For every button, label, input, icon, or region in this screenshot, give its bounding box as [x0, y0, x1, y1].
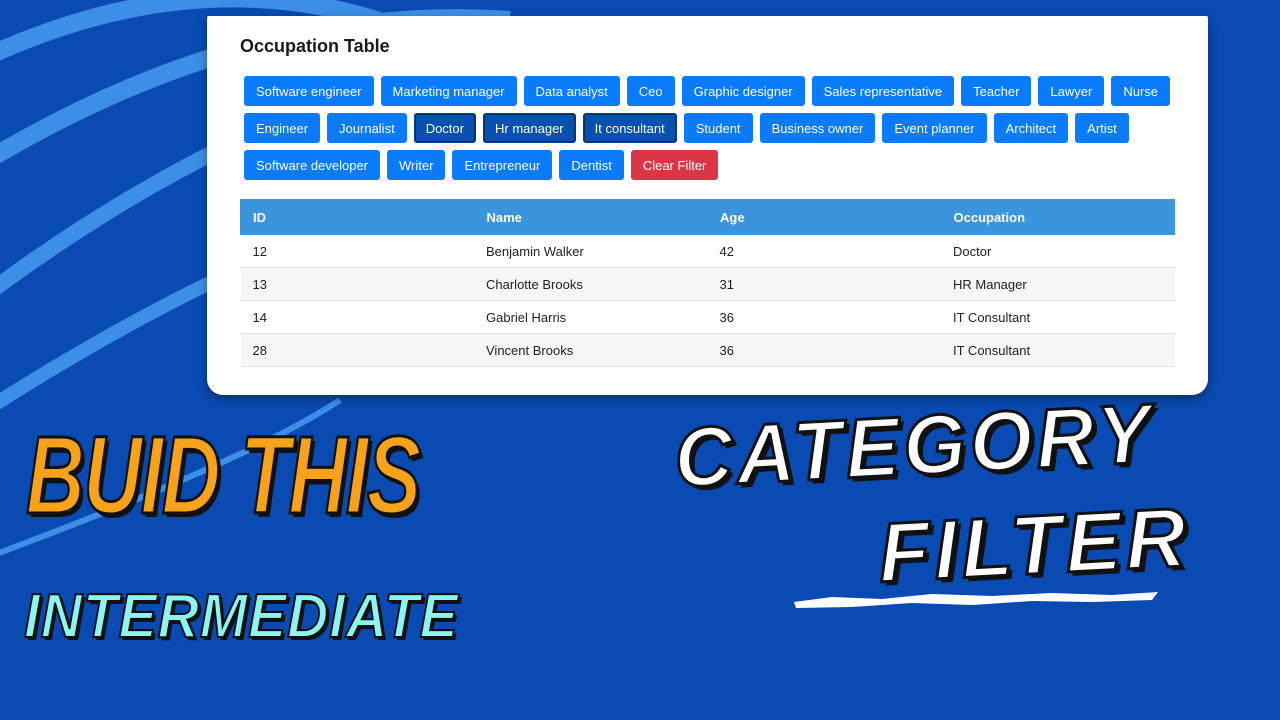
filter-button-data-analyst[interactable]: Data analyst — [523, 76, 620, 106]
filter-row: Software developer Writer Entrepreneur D… — [244, 150, 719, 180]
occupation-card: Occupation Table Software engineer Marke… — [207, 16, 1208, 395]
cell-name: Gabriel Harris — [474, 300, 708, 334]
cell-id: 28 — [240, 333, 474, 367]
filter-button-hr-manager[interactable]: Hr manager — [482, 113, 576, 143]
table-row: 12 Benjamin Walker 42 Doctor — [240, 234, 1175, 268]
table-row: 13 Charlotte Brooks 31 HR Manager — [240, 267, 1175, 301]
cell-age: 36 — [707, 333, 941, 367]
page-title: Occupation Table — [240, 36, 390, 56]
cell-id: 13 — [240, 267, 474, 301]
brush-stroke-underline — [794, 592, 1158, 608]
filter-button-marketing-manager[interactable]: Marketing manager — [380, 76, 517, 106]
cell-id: 14 — [240, 300, 474, 334]
table-row: 28 Vincent Brooks 36 IT Consultant — [240, 333, 1175, 367]
column-header-name[interactable]: Name — [473, 199, 708, 235]
filter-button-student[interactable]: Student — [683, 113, 753, 143]
filter-button-event-planner[interactable]: Event planner — [882, 113, 987, 143]
column-header-occupation[interactable]: Occupation — [940, 199, 1175, 235]
filter-button-teacher[interactable]: Teacher — [961, 76, 1032, 106]
filter-button-business-owner[interactable]: Business owner — [759, 113, 876, 143]
filter-row: Engineer Journalist Doctor Hr manager It… — [244, 113, 1129, 143]
cell-occupation: IT Consultant — [941, 333, 1175, 367]
cell-occupation: HR Manager — [941, 267, 1175, 301]
filter-button-engineer[interactable]: Engineer — [244, 113, 321, 143]
filter-button-sales-representative[interactable]: Sales representative — [811, 76, 955, 106]
filter-button-software-engineer[interactable]: Software engineer — [244, 76, 374, 106]
filter-button-architect[interactable]: Architect — [993, 113, 1069, 143]
cell-age: 42 — [707, 234, 941, 268]
filter-button-entrepreneur[interactable]: Entrepreneur — [452, 150, 553, 180]
column-header-age[interactable]: Age — [707, 199, 942, 235]
cell-age: 36 — [707, 300, 941, 334]
cell-name: Charlotte Brooks — [474, 267, 708, 301]
filter-button-dentist[interactable]: Dentist — [559, 150, 624, 180]
filter-button-doctor[interactable]: Doctor — [413, 113, 476, 143]
filter-button-software-developer[interactable]: Software developer — [244, 150, 381, 180]
filter-button-artist[interactable]: Artist — [1075, 113, 1129, 143]
clear-filter-button[interactable]: Clear Filter — [630, 150, 719, 180]
headline-intermediate: INTERMEDIATE — [23, 581, 459, 652]
table-row: 14 Gabriel Harris 36 IT Consultant — [240, 300, 1175, 334]
occupation-table: ID Name Age Occupation 12 Benjamin Walke… — [240, 199, 1175, 367]
filter-button-graphic-designer[interactable]: Graphic designer — [681, 76, 805, 106]
cell-name: Benjamin Walker — [474, 234, 708, 268]
filter-button-it-consultant[interactable]: It consultant — [582, 113, 677, 143]
table-header-row: ID Name Age Occupation — [240, 199, 1175, 235]
headline-filter: FILTER — [875, 488, 1194, 601]
cell-occupation: IT Consultant — [941, 300, 1175, 334]
cell-age: 31 — [707, 267, 941, 301]
cell-id: 12 — [240, 234, 474, 268]
cell-occupation: Doctor — [941, 234, 1175, 268]
occupation-table-wrapper: ID Name Age Occupation 12 Benjamin Walke… — [240, 199, 1175, 367]
filter-button-writer[interactable]: Writer — [387, 150, 446, 180]
filter-button-ceo[interactable]: Ceo — [626, 76, 675, 106]
filter-button-nurse[interactable]: Nurse — [1111, 76, 1171, 106]
filter-button-lawyer[interactable]: Lawyer — [1038, 76, 1105, 106]
column-header-id[interactable]: ID — [240, 199, 475, 235]
headline-build-this: BUID THIS — [25, 413, 422, 539]
filter-row: Software engineer Marketing manager Data… — [244, 76, 1171, 106]
filter-button-journalist[interactable]: Journalist — [327, 113, 407, 143]
cell-name: Vincent Brooks — [474, 333, 708, 367]
